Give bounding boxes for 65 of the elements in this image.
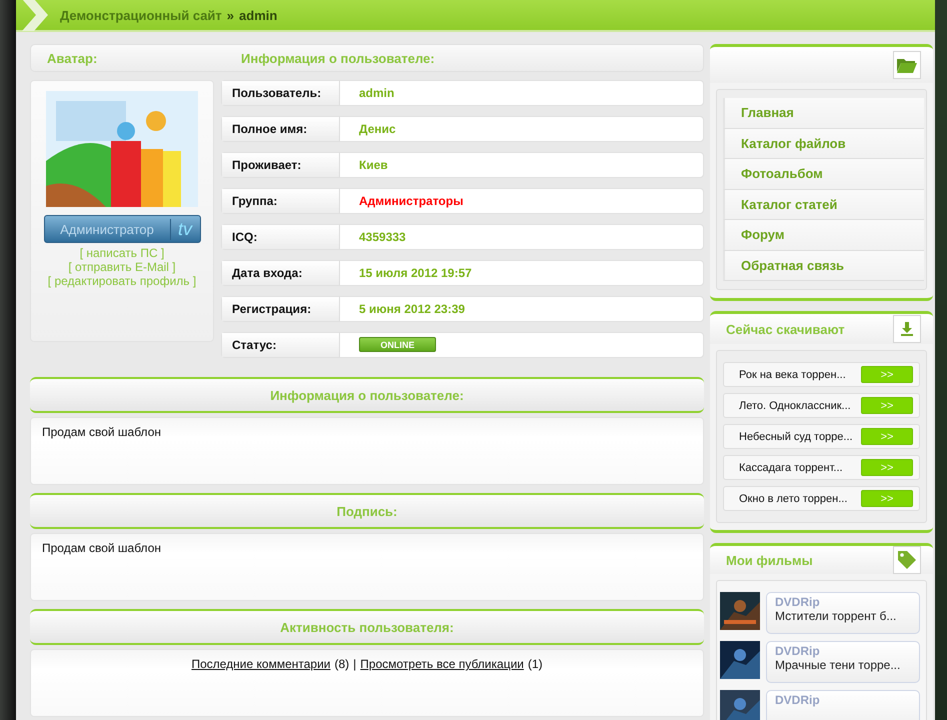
field-label: Проживает: bbox=[222, 153, 340, 177]
open-button[interactable]: >> bbox=[861, 459, 913, 476]
profile-link[interactable]: [ отправить E-Mail ] bbox=[68, 260, 176, 274]
section-body: Продам свой шаблон bbox=[30, 533, 704, 601]
field-label: Статус: bbox=[222, 333, 340, 357]
rank-suffix: tv bbox=[170, 218, 200, 240]
rank-label: Администратор bbox=[59, 222, 155, 236]
breadcrumb-link[interactable]: Демонстрационный сайт bbox=[60, 8, 222, 22]
field-value: 4359333 bbox=[358, 229, 406, 246]
info-title: Информация о пользователе: bbox=[241, 50, 435, 66]
field-label: Регистрация: bbox=[222, 297, 340, 321]
profile-link[interactable]: [ написать ПС ] bbox=[80, 246, 164, 260]
menu-item[interactable]: Главная bbox=[723, 98, 924, 128]
field-label: Полное имя: bbox=[222, 117, 340, 141]
field-value: Денис bbox=[358, 121, 396, 138]
field-value: 15 июля 2012 19:57 bbox=[358, 265, 472, 282]
menu-item[interactable]: Фотоальбом bbox=[723, 159, 924, 190]
film-quality: DVDRip bbox=[775, 693, 821, 707]
activity-link[interactable]: Просмотреть все публикации bbox=[360, 657, 524, 709]
folder-icon bbox=[897, 57, 917, 73]
field-label: ICQ: bbox=[222, 225, 340, 249]
field-value: Киев bbox=[358, 157, 388, 174]
download-title[interactable]: Окно в лето торрен... bbox=[739, 492, 848, 505]
field-value: 5 июня 2012 23:39 bbox=[358, 301, 465, 318]
block-title: Сейчас скачивают bbox=[726, 322, 845, 337]
download-icon bbox=[901, 322, 913, 336]
separator: | bbox=[353, 657, 356, 673]
block-title: Мои фильмы bbox=[726, 552, 813, 568]
download-title[interactable]: Небесный суд торре... bbox=[739, 430, 853, 443]
open-button[interactable]: >> bbox=[861, 397, 913, 414]
status-badge: ONLINE bbox=[359, 337, 436, 352]
field-label: Пользователь: bbox=[222, 81, 340, 105]
open-button[interactable]: >> bbox=[861, 366, 913, 384]
film-card[interactable]: DVDRip Мстители торрент б... bbox=[766, 592, 920, 634]
film-title: Мстители торрент б... bbox=[775, 609, 898, 623]
menu-item[interactable]: Форум bbox=[723, 220, 924, 250]
film-quality: DVDRip bbox=[775, 644, 821, 658]
field-value: admin bbox=[358, 85, 394, 102]
open-button[interactable]: >> bbox=[861, 490, 913, 508]
activity-count: (1) bbox=[528, 657, 543, 673]
section-header: Информация о пользователе: bbox=[30, 377, 704, 413]
film-card[interactable]: DVDRip bbox=[766, 690, 920, 720]
download-title[interactable]: Рок на века торрен... bbox=[739, 368, 846, 381]
menu-item[interactable]: Каталог статей bbox=[723, 190, 924, 220]
profile-link[interactable]: [ редактировать профиль ] bbox=[48, 274, 196, 288]
section-header: Активность пользователя: bbox=[30, 609, 704, 645]
field-label: Дата входа: bbox=[222, 261, 340, 285]
breadcrumb-current: admin bbox=[239, 8, 278, 22]
download-title[interactable]: Лето. Одноклассник... bbox=[739, 400, 851, 412]
activity-count: (8) bbox=[334, 657, 350, 673]
film-card[interactable]: DVDRip Мрачные тени торре... bbox=[766, 641, 920, 683]
field-value: Администраторы bbox=[358, 193, 464, 210]
section-header: Подпись: bbox=[30, 493, 704, 529]
menu-item[interactable]: Обратная связь bbox=[723, 250, 924, 281]
film-title: Мрачные тени торре... bbox=[775, 658, 902, 672]
avatar-title: Аватар: bbox=[47, 50, 98, 66]
menu-item[interactable]: Каталог файлов bbox=[723, 128, 924, 159]
activity-link[interactable]: Последние комментарии bbox=[191, 657, 330, 709]
breadcrumb-separator: » bbox=[226, 8, 234, 22]
field-label: Группа: bbox=[222, 189, 340, 213]
tag-icon bbox=[897, 550, 917, 570]
section-body: Продам свой шаблон bbox=[30, 417, 704, 485]
film-quality: DVDRip bbox=[775, 595, 821, 609]
download-title[interactable]: Кассадага торрент... bbox=[739, 462, 843, 474]
open-button[interactable]: >> bbox=[861, 428, 913, 446]
